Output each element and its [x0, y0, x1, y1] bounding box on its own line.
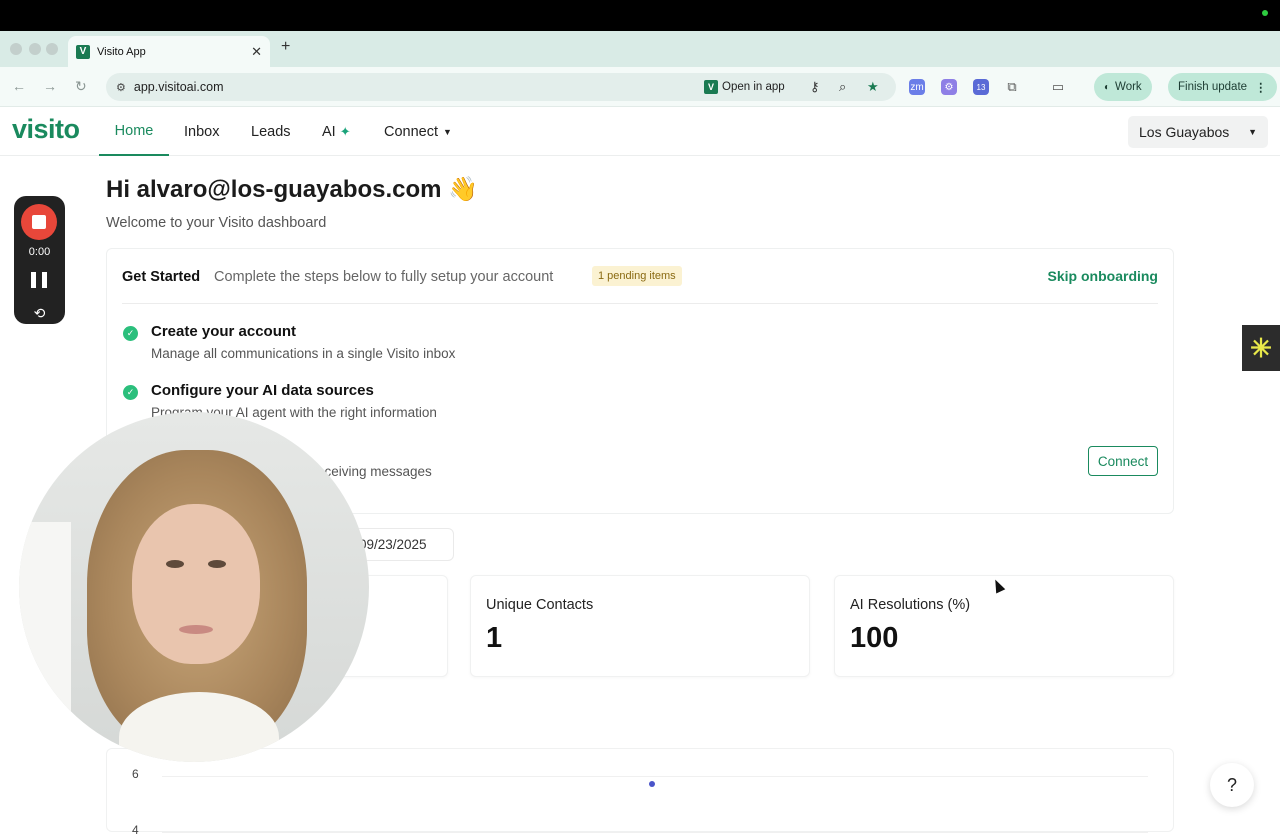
zoom-icon[interactable]: ⌕	[839, 79, 846, 95]
nav-ai[interactable]: AI ✦	[322, 107, 351, 156]
check-circle-icon: ✓	[123, 385, 138, 400]
nav-leads[interactable]: Leads	[251, 107, 291, 156]
get-started-title: Get Started	[122, 269, 201, 285]
reload-icon[interactable]: ↻	[75, 78, 87, 95]
back-icon[interactable]: ←	[12, 78, 26, 94]
site-settings-icon[interactable]: ⚙	[116, 81, 126, 94]
divider	[122, 303, 1158, 304]
step-title: Create your account	[151, 323, 297, 340]
page-subtitle: Welcome to your Visito dashboard	[106, 215, 327, 231]
visito-app-icon: V	[704, 80, 718, 94]
bookmark-star-icon[interactable]: ★	[867, 79, 879, 95]
status-dot	[1262, 10, 1268, 16]
nav-inbox-label: Inbox	[184, 123, 220, 140]
chevron-down-icon: ▼	[1248, 127, 1257, 137]
connect-button[interactable]: Connect	[1088, 446, 1158, 476]
puzzle-extensions-icon[interactable]: ⧉	[1004, 79, 1020, 95]
password-key-icon[interactable]: ⚷	[810, 79, 820, 95]
browser-tab[interactable]: V Visito App ✕	[68, 36, 270, 67]
get-started-subtitle: Complete the steps below to fully setup …	[214, 269, 554, 285]
extension-badge-icon[interactable]: 13	[973, 79, 989, 95]
step-title: Configure your AI data sources	[151, 382, 374, 399]
pause-icon[interactable]	[31, 272, 47, 288]
app-navbar: visito Home Inbox Leads AI ✦ Connect ▼ Los…	[0, 107, 1280, 156]
gear-extension-icon[interactable]: ⚙	[941, 79, 957, 95]
nav-home-label: Home	[114, 122, 154, 139]
window-minimize-dot[interactable]	[29, 43, 41, 55]
profile-label: Work	[1115, 81, 1142, 93]
help-button[interactable]: ?	[1210, 763, 1254, 807]
nav-connect-label: Connect	[384, 123, 439, 140]
date-range-value: 09/23/2025	[359, 537, 427, 552]
stat-card-unique-contacts: Unique Contacts 1	[470, 575, 810, 677]
stop-icon	[32, 215, 46, 229]
stat-label: AI Resolutions (%)	[850, 597, 971, 613]
profile-work-button[interactable]: ◐ Work	[1094, 73, 1152, 101]
window-zoom-dot[interactable]	[46, 43, 58, 55]
profile-avatar-icon: ◐	[1104, 81, 1111, 93]
new-tab-icon[interactable]: +	[281, 38, 290, 56]
address-bar[interactable]: ⚙ app.visitoai.com V Open in app ⚷ ⌕ ★	[106, 73, 896, 101]
y-tick-label: 6	[132, 767, 139, 781]
tab-title: Visito App	[97, 45, 146, 58]
sparkle-icon: ✦	[339, 123, 351, 139]
check-circle-icon: ✓	[123, 326, 138, 341]
nav-home[interactable]: Home	[99, 107, 169, 156]
skip-onboarding-link[interactable]: Skip onboarding	[1048, 268, 1158, 284]
stat-card-ai-resolutions: AI Resolutions (%) 100	[834, 575, 1174, 677]
nav-connect[interactable]: Connect ▼	[384, 107, 452, 156]
stat-value: 100	[850, 622, 899, 654]
finish-update-label: Finish update	[1178, 81, 1248, 93]
nav-inbox[interactable]: Inbox	[184, 107, 219, 156]
chevron-down-icon: ▼	[443, 126, 452, 137]
finish-update-button[interactable]: Finish update ⋮	[1168, 73, 1277, 101]
stat-value: 1	[486, 622, 503, 654]
visito-logo[interactable]: visito	[12, 114, 80, 145]
face	[132, 504, 260, 664]
close-tab-icon[interactable]: ✕	[251, 44, 262, 60]
asterisk-plugin-icon[interactable]: ✳	[1242, 325, 1280, 371]
step-description: Manage all communications in a single Vi…	[151, 346, 456, 361]
workspace-selector[interactable]: Los Guayabos ▼	[1128, 116, 1268, 148]
nav-ai-label: AI	[322, 123, 336, 140]
recording-timer: 0:00	[28, 246, 51, 258]
visito-favicon-icon: V	[76, 44, 90, 59]
webcam-bubble[interactable]	[19, 412, 369, 762]
restart-icon[interactable]: ⟲	[14, 305, 65, 322]
grid-line	[162, 832, 1148, 833]
browser-toolbar: ← → ↻ ⚙ app.visitoai.com V Open in app ⚷…	[0, 67, 1280, 107]
data-point[interactable]	[649, 781, 655, 788]
y-tick-label: 4	[132, 823, 139, 837]
screen-recorder-widget: 0:00 ⟲	[14, 196, 65, 324]
grid-line	[162, 776, 1148, 777]
nav-leads-label: Leads	[251, 123, 291, 140]
stop-recording-button[interactable]	[21, 204, 57, 240]
zoom-extension-icon[interactable]: zm	[909, 79, 925, 95]
workspace-name: Los Guayabos	[1139, 124, 1230, 140]
pending-badge: 1 pending items	[592, 266, 682, 286]
window-close-dot[interactable]	[10, 43, 22, 55]
stat-label: Unique Contacts	[486, 597, 594, 613]
forward-icon[interactable]: →	[43, 78, 57, 94]
open-in-app-button[interactable]: V Open in app	[704, 79, 785, 95]
open-in-app-label: Open in app	[722, 81, 785, 93]
url-text: app.visitoai.com	[133, 80, 224, 94]
step-description: eceiving messages	[317, 464, 432, 479]
extension-badge-count: 13	[976, 82, 986, 92]
menu-kebab-icon: ⋮	[1255, 82, 1267, 94]
screen-top-bar	[0, 0, 1280, 31]
side-panel-icon[interactable]: ▭	[1050, 79, 1066, 95]
page-title: Hi alvaro@los-guayabos.com 👋	[106, 176, 479, 203]
